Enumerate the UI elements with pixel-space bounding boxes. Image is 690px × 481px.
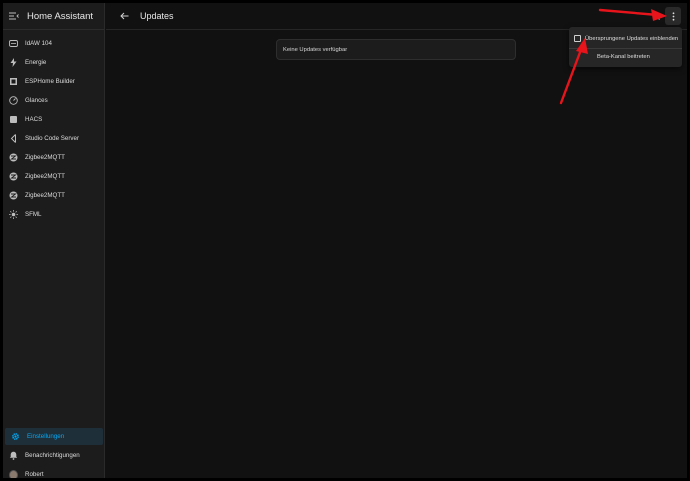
updates-card: Keine Updates verfügbar [276, 39, 516, 60]
zigbee-icon [9, 191, 18, 200]
sidebar-item-idaw104[interactable]: IdAW 104 [3, 35, 105, 52]
sidebar-item-label: HACS [25, 116, 43, 123]
sidebar-item-label: Robert [25, 471, 44, 478]
sidebar-item-esphome[interactable]: ESPHome Builder [3, 73, 105, 90]
sidebar-item-studio-code[interactable]: Studio Code Server [3, 130, 105, 147]
sidebar-item-label: SFML [25, 211, 42, 218]
empty-updates-text: Keine Updates verfügbar [283, 46, 348, 53]
grid-icon [9, 39, 18, 48]
menu-collapse-icon[interactable] [8, 10, 20, 22]
sidebar-item-label: Benachrichtigungen [25, 452, 80, 459]
overflow-menu-button[interactable] [665, 7, 681, 25]
arrow-left-icon [119, 12, 128, 20]
sidebar-item-zigbee2mqtt-2[interactable]: Zigbee2MQTT [3, 168, 105, 185]
zigbee-icon [9, 153, 18, 162]
sidebar-item-label: Zigbee2MQTT [25, 173, 65, 180]
sidebar-item-label: IdAW 104 [25, 40, 52, 47]
show-skipped-checkbox[interactable] [574, 35, 581, 42]
sidebar-item-zigbee2mqtt-1[interactable]: Zigbee2MQTT [3, 149, 105, 166]
sidebar-item-profile[interactable]: Robert [3, 466, 105, 478]
sidebar-item-energie[interactable]: Energie [3, 54, 105, 71]
gauge-icon [9, 96, 18, 105]
menu-item-show-skipped[interactable]: Übersprungene Updates einblenden [569, 30, 682, 47]
avatar [9, 469, 18, 478]
sidebar-item-label: Studio Code Server [25, 135, 79, 142]
sidebar-item-benachrichtigungen[interactable]: Benachrichtigungen [3, 447, 105, 464]
back-button[interactable] [114, 6, 134, 26]
sidebar-item-label: Energie [25, 59, 47, 66]
code-icon [9, 134, 18, 143]
search-button[interactable] [649, 7, 663, 25]
sun-icon [9, 210, 18, 219]
menu-item-join-beta[interactable]: Beta-Kanal beitreten [569, 48, 682, 65]
sidebar-item-hacs[interactable]: HACS [3, 111, 105, 128]
sidebar-item-label: Zigbee2MQTT [25, 192, 65, 199]
sidebar-item-sfml[interactable]: SFML [3, 206, 105, 223]
bell-icon [9, 451, 18, 460]
app-window: Home Assistant IdAW 104 Energie ESPHome … [3, 3, 687, 478]
lightning-icon [9, 58, 18, 67]
sidebar-item-label: Glances [25, 97, 48, 104]
hacs-icon [9, 115, 18, 124]
sidebar-item-label: ESPHome Builder [25, 78, 75, 85]
esphome-icon [9, 77, 18, 86]
menu-item-label: Beta-Kanal beitreten [597, 54, 650, 60]
sidebar-header: Home Assistant [3, 3, 104, 30]
page-title: Updates [140, 11, 174, 21]
sidebar-item-glances[interactable]: Glances [3, 92, 105, 109]
menu-item-label: Übersprungene Updates einblenden [585, 35, 679, 42]
sidebar-item-label: Zigbee2MQTT [25, 154, 65, 161]
top-app-bar: Updates [106, 3, 687, 30]
more-vert-icon [672, 11, 674, 21]
zigbee-icon [9, 172, 18, 181]
overflow-dropdown-menu: Übersprungene Updates einblenden Beta-Ka… [569, 27, 682, 67]
sidebar: Home Assistant IdAW 104 Energie ESPHome … [3, 3, 105, 478]
gear-icon [11, 432, 20, 441]
sidebar-item-zigbee2mqtt-3[interactable]: Zigbee2MQTT [3, 187, 105, 204]
app-title: Home Assistant [27, 10, 93, 22]
search-icon [652, 12, 660, 20]
sidebar-item-einstellungen[interactable]: Einstellungen [5, 428, 103, 445]
sidebar-item-label: Einstellungen [27, 433, 65, 440]
